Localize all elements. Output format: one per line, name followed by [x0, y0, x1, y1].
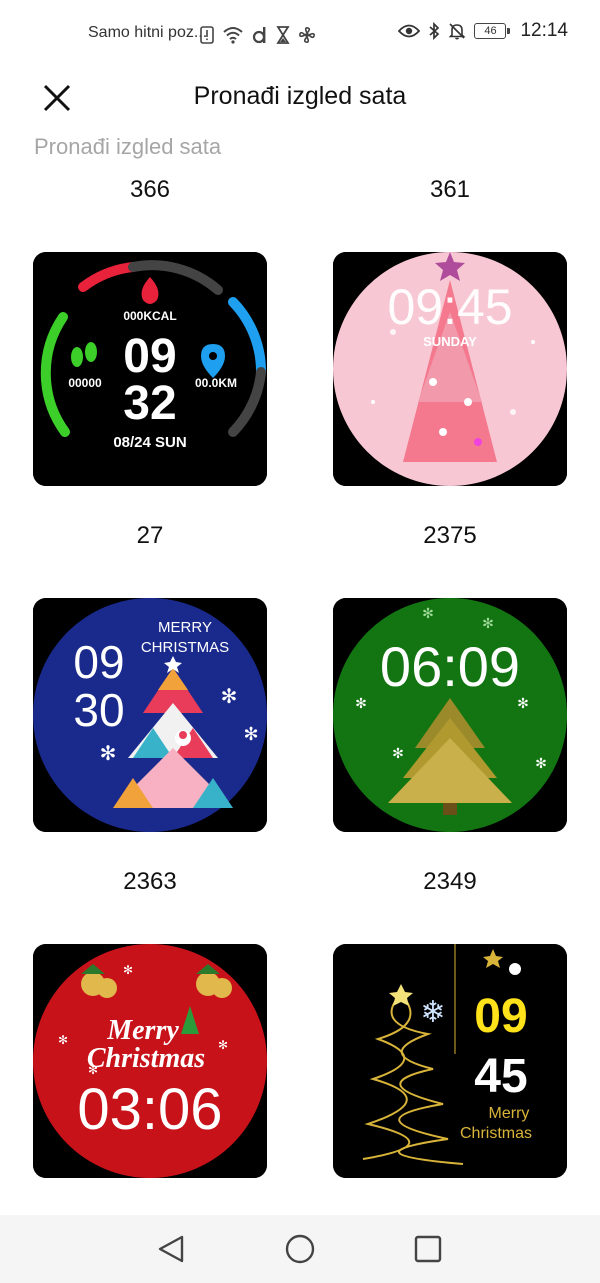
- christmas-text: Christmas: [460, 1125, 532, 1142]
- steps-text: 00000: [68, 376, 102, 390]
- snowflake-icon: ✻: [123, 963, 133, 977]
- watch-face-blue-mosaic-preview: MERRY CHRISTMAS 09 30 ✻ ✻ ✻: [33, 598, 267, 832]
- snowflake-icon: ✻: [100, 743, 117, 765]
- day-text: SUNDAY: [423, 334, 477, 349]
- snowflake-icon: ✻: [355, 695, 367, 711]
- close-icon: [43, 84, 71, 112]
- status-time: 12:14: [520, 20, 568, 41]
- bluetooth-icon: [428, 22, 440, 40]
- snowflake-icon: ✻: [221, 686, 238, 708]
- home-circle-icon: [285, 1234, 315, 1264]
- snowflake-icon: ✻: [392, 745, 404, 761]
- close-button[interactable]: [38, 76, 78, 116]
- merry-text: MERRY: [158, 619, 212, 636]
- alert-icon: [200, 26, 214, 44]
- snowflake-icon: ✻: [243, 724, 258, 744]
- time-text: 03:06: [77, 1077, 222, 1142]
- watch-face-card[interactable]: 09:45 SUNDAY: [333, 252, 567, 486]
- date-text: 08/24 SUN: [113, 434, 186, 451]
- back-button[interactable]: [152, 1229, 192, 1269]
- status-bar: Samo hitni poz... 46 12:14: [0, 0, 600, 70]
- recents-button[interactable]: [408, 1229, 448, 1269]
- recents-square-icon: [414, 1235, 442, 1263]
- system-nav-bar: [0, 1215, 600, 1283]
- kcal-text: 000KCAL: [123, 309, 176, 323]
- watch-face-pink-tree-preview: 09:45 SUNDAY: [333, 252, 567, 486]
- christmas-text: Christmas: [87, 1043, 205, 1074]
- battery-icon: 46: [474, 23, 511, 39]
- hour-text: 09: [73, 636, 124, 688]
- watch-face-gold-spiral-preview: ❄ 09 45 Merry Christmas: [333, 944, 567, 1178]
- time-text: 06:09: [380, 635, 520, 698]
- watch-face-id: 366: [129, 176, 171, 203]
- watch-face-card[interactable]: ❄ 09 45 Merry Christmas: [333, 944, 567, 1178]
- minute-text: 45: [474, 1050, 527, 1103]
- merry-text: Merry: [489, 1105, 530, 1122]
- watch-face-id: 27: [136, 522, 164, 549]
- watch-face-card[interactable]: 000KCAL 09 32 00000 00.0KM 08/24 SUN: [33, 252, 267, 486]
- snowflake-icon: ✻: [517, 695, 529, 711]
- snowflake-icon: ✻: [422, 605, 434, 621]
- watch-face-id: 2375: [423, 522, 477, 549]
- minute-text: 32: [123, 377, 176, 430]
- watch-face-id: 2363: [123, 868, 177, 895]
- merry-text: Merry: [106, 1015, 179, 1046]
- page-title: Pronađi izgled sata: [193, 82, 407, 110]
- watch-face-card[interactable]: Merry Christmas 03:06 ✻ ✻ ✻ ✻: [33, 944, 267, 1178]
- watch-face-id: 2349: [423, 868, 477, 895]
- snowflake-icon: ❄: [420, 996, 445, 1029]
- snowflake-icon: ✻: [218, 1038, 228, 1052]
- watch-face-red-merry-preview: Merry Christmas 03:06 ✻ ✻ ✻ ✻: [33, 944, 267, 1178]
- minute-text: 30: [73, 684, 124, 736]
- mute-bell-icon: [448, 22, 466, 40]
- status-icons-left: [200, 22, 316, 48]
- footsteps-icon: [71, 347, 83, 367]
- status-icons-right: 46 12:14: [398, 20, 568, 42]
- app-header: Pronađi izgled sata: [0, 70, 600, 124]
- watch-face-green-tree-preview: 06:09 ✻ ✻ ✻ ✻ ✻ ✻: [333, 598, 567, 832]
- d-app-icon: [252, 26, 268, 44]
- hour-text: 09: [123, 330, 176, 383]
- back-triangle-icon: [158, 1235, 184, 1263]
- snowflake-icon: ✻: [88, 1063, 98, 1077]
- distance-text: 00.0KM: [195, 376, 237, 390]
- time-text: 09:45: [387, 279, 512, 335]
- snowflake-icon: ✻: [535, 755, 547, 771]
- fan-icon: [298, 26, 316, 44]
- carrier-text: Samo hitni poz...: [88, 24, 208, 41]
- wifi-icon: [222, 26, 244, 44]
- eye-icon: [398, 23, 421, 39]
- christmas-text: CHRISTMAS: [141, 639, 229, 656]
- snowflake-icon: ✻: [482, 615, 494, 631]
- search-input[interactable]: Pronađi izgled sata: [34, 134, 221, 160]
- snowflake-icon: ✻: [58, 1033, 68, 1047]
- watch-face-sport-preview: 000KCAL 09 32 00000 00.0KM 08/24 SUN: [33, 252, 267, 486]
- hourglass-icon: [276, 26, 290, 44]
- watch-face-id: 361: [429, 176, 471, 203]
- watch-face-card[interactable]: 06:09 ✻ ✻ ✻ ✻ ✻ ✻: [333, 598, 567, 832]
- home-button[interactable]: [280, 1229, 320, 1269]
- watch-face-card[interactable]: MERRY CHRISTMAS 09 30 ✻ ✻ ✻: [33, 598, 267, 832]
- hour-text: 09: [474, 990, 527, 1043]
